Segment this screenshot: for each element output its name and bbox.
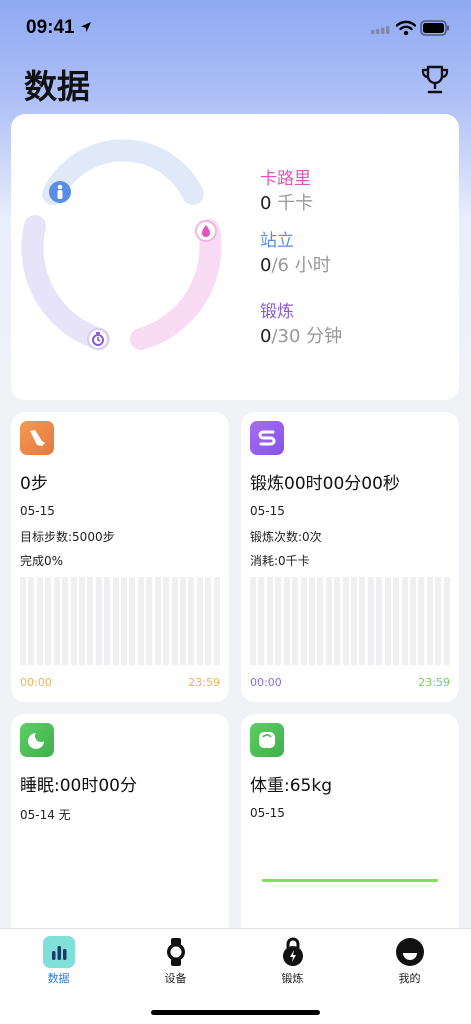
kettlebell-icon: [283, 937, 303, 966]
weight-trend-line: [262, 879, 438, 882]
activity-rings: [21, 139, 222, 350]
workout-start-time: 00:00: [250, 676, 282, 689]
shoe-icon: [20, 421, 54, 455]
calories-number: 0: [260, 193, 272, 214]
steps-date: 05-15: [20, 504, 55, 518]
stand-ring: [42, 139, 204, 205]
workout-count: 锻炼次数:0次: [250, 530, 322, 544]
weight-title: 体重:65kg: [250, 776, 332, 796]
stand-value: 0/6 小时: [260, 251, 331, 277]
steps-chart: [20, 577, 220, 665]
weight-date: 05-15: [250, 806, 285, 820]
stand-number: 0: [260, 255, 272, 276]
calories-ring: [130, 219, 222, 350]
status-bar: 09:41: [0, 0, 471, 56]
status-time: 09:41: [26, 17, 75, 38]
steps-title: 0步: [20, 474, 48, 494]
tab-device[interactable]: 设备: [117, 929, 234, 989]
scale-icon: [250, 723, 284, 757]
exercise-label: 锻炼: [260, 302, 294, 322]
sleep-title: 睡眠:00时00分: [20, 776, 137, 796]
home-indicator: [151, 1010, 320, 1015]
workout-chart: [250, 577, 450, 665]
wifi-icon: [396, 20, 416, 36]
sleep-date: 05-14 无: [20, 808, 71, 822]
tab-device-label: 设备: [164, 972, 187, 985]
workout-card[interactable]: 锻炼00时00分00秒 05-15 锻炼次数:0次 消耗:0千卡 00:00 2…: [241, 412, 459, 702]
calories-label: 卡路里: [260, 169, 311, 189]
weight-card[interactable]: 体重:65kg 05-15: [241, 714, 459, 954]
steps-complete: 完成0%: [20, 554, 64, 568]
steps-card[interactable]: 0步 05-15 目标步数:5000步 完成0% 00:00 23:59: [11, 412, 229, 702]
workout-consumed: 消耗:0千卡: [250, 554, 310, 568]
steps-goal: 目标步数:5000步: [20, 530, 115, 544]
tab-me-label: 我的: [398, 972, 421, 985]
calories-unit: 千卡: [271, 193, 314, 214]
calories-value: 0 千卡: [260, 189, 313, 215]
watch-icon: [167, 938, 185, 966]
exercise-number: 0: [260, 326, 272, 347]
stand-goal: /6 小时: [271, 255, 331, 276]
exercise-ring-icon: [87, 328, 109, 350]
trophy-icon[interactable]: [420, 64, 450, 96]
workout-date: 05-15: [250, 504, 285, 518]
workout-title: 锻炼00时00分00秒: [250, 474, 400, 494]
battery-icon: [420, 20, 449, 36]
tab-workout[interactable]: 锻炼: [234, 929, 351, 989]
location-arrow-icon: [81, 22, 91, 32]
stand-ring-icon: [49, 181, 71, 203]
cellular-signal-icon: [371, 26, 390, 34]
exercise-goal: /30 分钟: [271, 326, 343, 347]
workout-end-time: 23:59: [418, 676, 450, 689]
tab-data[interactable]: 数据: [0, 929, 117, 989]
tab-workout-label: 锻炼: [281, 972, 304, 985]
stand-label: 站立: [260, 231, 294, 251]
exercise-value: 0/30 分钟: [260, 322, 342, 348]
steps-start-time: 00:00: [20, 676, 52, 689]
calories-ring-icon: [195, 220, 217, 242]
tab-data-label: 数据: [47, 972, 70, 985]
moon-icon: [20, 723, 54, 757]
page-title: 数据: [24, 67, 90, 106]
workout-icon: [250, 421, 284, 455]
tab-me[interactable]: 我的: [351, 929, 468, 989]
chart-icon: [43, 936, 75, 968]
exercise-ring: [21, 215, 110, 350]
smiley-icon: [396, 938, 424, 966]
activity-rings-card[interactable]: 卡路里 0 千卡 站立 0/6 小时 锻炼 0/30 分钟: [11, 114, 459, 400]
sleep-card[interactable]: 睡眠:00时00分 05-14 无: [11, 714, 229, 954]
steps-end-time: 23:59: [188, 676, 220, 689]
